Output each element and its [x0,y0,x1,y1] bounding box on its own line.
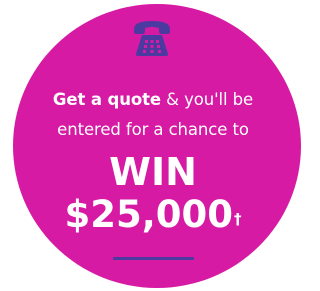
promo-text-line2: entered for a chance to [57,120,249,139]
divider-line [113,257,194,260]
promo-text-line1-rest: & you'll be [161,90,254,109]
dagger-footnote-mark: † [234,210,242,228]
promo-stage: Get a quote & you'll be entered for a ch… [0,0,306,291]
win-heading: WIN [109,150,197,194]
get-a-quote-text: Get a quote [52,90,162,109]
telephone-icon [134,21,170,56]
prize-amount: $25,000† [0,193,306,237]
prize-amount-value: $25,000 [64,193,234,236]
promo-text-line1: Get a quote & you'll be [0,90,306,109]
